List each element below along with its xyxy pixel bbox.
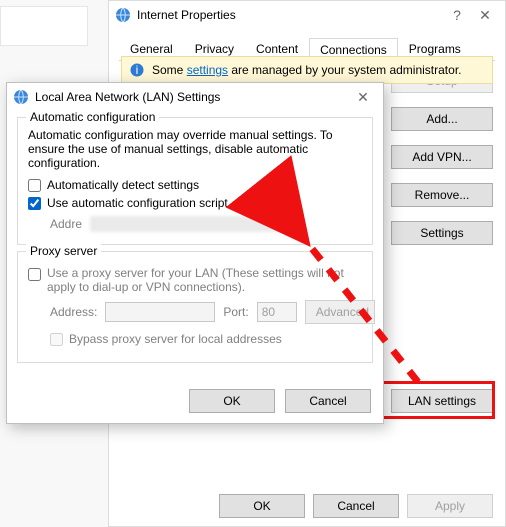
globe-icon xyxy=(13,89,29,105)
info-post: are managed by your system administrator… xyxy=(228,63,461,77)
background-window-sliver xyxy=(0,6,88,46)
info-settings-link[interactable]: settings xyxy=(187,63,228,77)
auto-address-row: Addre xyxy=(50,216,362,232)
add-vpn-button[interactable]: Add VPN... xyxy=(391,145,493,169)
proxy-bypass-checkbox[interactable] xyxy=(50,333,63,346)
proxy-use-row: Use a proxy server for your LAN (These s… xyxy=(28,266,362,294)
auto-script-checkbox[interactable] xyxy=(28,197,41,210)
auto-script-row: Use automatic configuration script xyxy=(28,196,362,210)
ip-titlebar: Internet Properties ? ✕ xyxy=(109,1,505,29)
settings-button[interactable]: Settings xyxy=(391,221,493,245)
info-icon: i xyxy=(130,63,144,77)
admin-info-bar: i Some settings are managed by your syst… xyxy=(121,56,493,84)
ip-ok-button[interactable]: OK xyxy=(219,494,305,518)
proxy-port-label: Port: xyxy=(223,305,248,319)
automatic-configuration-group: Automatic configuration Automatic config… xyxy=(17,117,373,245)
lan-titlebar: Local Area Network (LAN) Settings ✕ xyxy=(7,83,383,111)
auto-detect-row: Automatically detect settings xyxy=(28,178,362,192)
auto-script-label: Use automatic configuration script xyxy=(47,196,228,210)
lan-settings-button[interactable]: LAN settings xyxy=(391,389,493,413)
lan-close-button[interactable]: ✕ xyxy=(349,89,377,106)
help-button[interactable]: ? xyxy=(443,7,471,23)
ip-apply-button[interactable]: Apply xyxy=(407,494,493,518)
proxy-legend: Proxy server xyxy=(26,244,101,258)
lan-ok-button[interactable]: OK xyxy=(189,389,275,413)
proxy-port-input[interactable] xyxy=(257,302,297,322)
auto-detect-label: Automatically detect settings xyxy=(47,178,199,192)
info-pre: Some xyxy=(152,63,187,77)
lan-settings-window: Local Area Network (LAN) Settings ✕ Auto… xyxy=(6,82,384,424)
right-button-column: Setup Add... Add VPN... Remove... Settin… xyxy=(391,69,493,245)
auto-detect-checkbox[interactable] xyxy=(28,179,41,192)
proxy-address-label: Address: xyxy=(50,305,97,319)
proxy-address-input[interactable] xyxy=(105,302,215,322)
auto-description: Automatic configuration may override man… xyxy=(28,128,362,170)
proxy-bypass-row: Bypass proxy server for local addresses xyxy=(50,332,362,346)
globe-icon xyxy=(115,7,131,23)
auto-address-redacted xyxy=(90,216,280,232)
add-button[interactable]: Add... xyxy=(391,107,493,131)
ip-footer: OK Cancel Apply xyxy=(109,494,505,518)
auto-address-label: Addre xyxy=(50,217,82,231)
proxy-server-group: Proxy server Use a proxy server for your… xyxy=(17,251,373,363)
proxy-use-checkbox[interactable] xyxy=(28,268,41,281)
lan-title: Local Area Network (LAN) Settings xyxy=(35,90,349,104)
close-button[interactable]: ✕ xyxy=(471,7,499,24)
remove-button[interactable]: Remove... xyxy=(391,183,493,207)
proxy-advanced-button[interactable]: Advanced xyxy=(305,300,375,324)
info-text: Some settings are managed by your system… xyxy=(152,63,461,77)
lan-cancel-button[interactable]: Cancel xyxy=(285,389,371,413)
proxy-use-label: Use a proxy server for your LAN (These s… xyxy=(47,266,362,294)
proxy-bypass-label: Bypass proxy server for local addresses xyxy=(69,332,282,346)
ip-cancel-button[interactable]: Cancel xyxy=(313,494,399,518)
lan-footer: OK Cancel xyxy=(189,389,371,413)
ip-title: Internet Properties xyxy=(137,8,443,22)
auto-legend: Automatic configuration xyxy=(26,110,159,124)
svg-text:i: i xyxy=(136,63,139,77)
proxy-address-row: Address: Port: Advanced xyxy=(50,300,362,324)
